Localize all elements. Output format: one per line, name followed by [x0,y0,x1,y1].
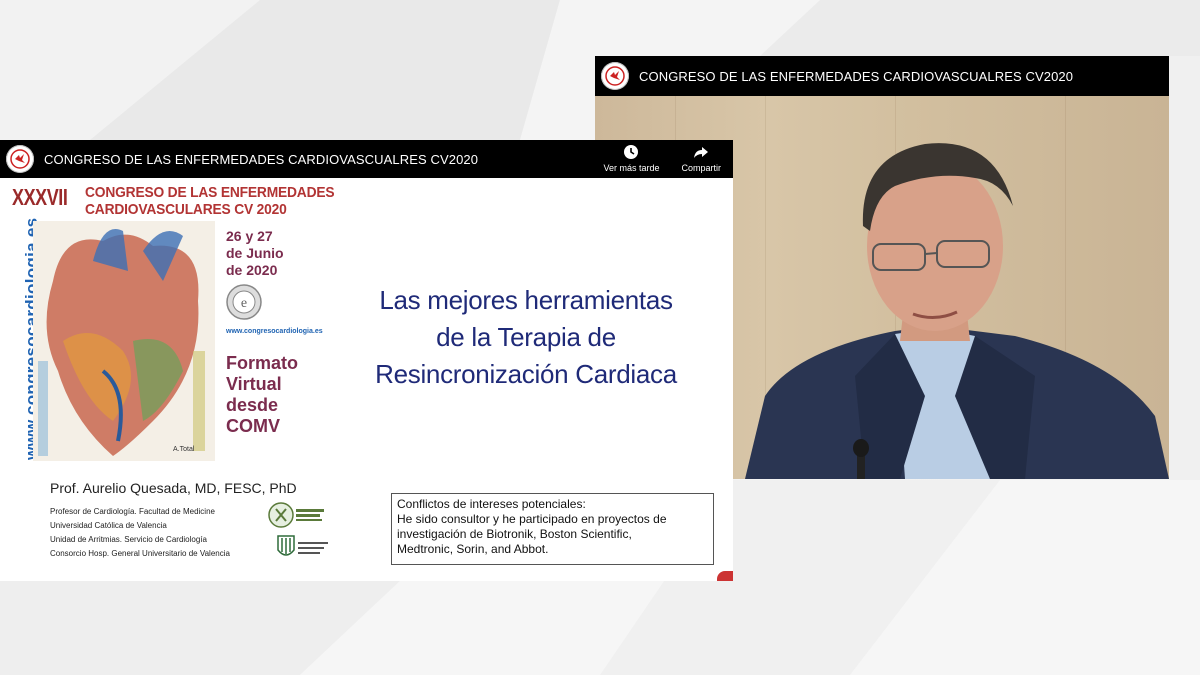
video-title[interactable]: CONGRESO DE LAS ENFERMEDADES CARDIOVASCU… [639,69,1073,84]
congress-number: XXXVII [12,184,68,210]
university-logo-icon [268,502,324,528]
format-line: COMV [226,416,280,436]
talk-title-line: Las mejores herramientas [379,285,673,315]
format-line: Virtual [226,374,282,394]
date-line: 26 y 27 [226,228,273,244]
date-line: de Junio [226,245,284,261]
website-small: www.congresocardiologia.es [226,328,323,335]
speaker-name: Prof. Aurelio Quesada, MD, FESC, PhD [50,480,297,496]
svg-text:A.Total: A.Total [173,446,195,453]
talk-title: Las mejores herramientas de la Terapia d… [336,282,716,393]
share-button[interactable]: Compartir [681,144,721,173]
accreditation-seal-icon: e [226,284,262,320]
congress-name-line: CONGRESO DE LAS ENFERMEDADES [85,184,335,201]
clock-icon [624,145,639,159]
share-label: Compartir [681,163,721,173]
congress-name: CONGRESO DE LAS ENFERMEDADES CARDIOVASCU… [85,184,335,218]
conflict-line: He sido consultor y he participado en pr… [397,512,667,526]
date-line: de 2020 [226,262,278,278]
talk-title-line: de la Terapia de [436,322,616,352]
format-line: Formato [226,353,298,373]
talk-title-line: Resincronización Cardiaca [375,359,677,389]
congress-name-line: CARDIOVASCULARES CV 2020 [85,201,287,218]
congress-dates: 26 y 27 de Junio de 2020 [226,228,284,279]
channel-logo-icon[interactable] [601,62,629,90]
share-icon [694,147,709,158]
corner-brand-mark [717,571,733,581]
video-title[interactable]: CONGRESO DE LAS ENFERMEDADES CARDIOVASCU… [44,152,478,167]
slide-video-player[interactable]: CONGRESO DE LAS ENFERMEDADES CARDIOVASCU… [0,140,733,581]
heart-watercolor-image: A.Total [33,221,215,461]
channel-logo-icon[interactable] [6,145,34,173]
svg-text:e: e [241,296,247,311]
video-title-bar: CONGRESO DE LAS ENFERMEDADES CARDIOVASCU… [595,56,1169,96]
affiliation-line: Consorcio Hosp. General Universitario de… [50,549,230,558]
affiliation-line: Profesor de Cardiología. Facultad de Med… [50,507,215,516]
affiliation-line: Universidad Católica de Valencia [50,521,167,530]
watch-later-label: Ver más tarde [603,163,660,173]
conflict-line: Conflictos de intereses potenciales: [397,497,586,511]
conflict-line: Medtronic, Sorin, and Abbot. [397,542,549,556]
conflicts-of-interest-box: Conflictos de intereses potenciales: He … [391,493,714,565]
presentation-slide: XXXVII CONGRESO DE LAS ENFERMEDADES CARD… [0,178,733,581]
affiliation-line: Unidad de Arritmias. Servicio de Cardiol… [50,535,207,544]
format-text: Formato Virtual desde COMV [226,353,298,437]
watch-later-button[interactable]: Ver más tarde [603,144,659,173]
video-title-bar: CONGRESO DE LAS ENFERMEDADES CARDIOVASCU… [0,140,733,178]
format-line: desde [226,395,279,415]
speaker-affiliations: Profesor de Cardiología. Facultad de Med… [50,505,230,561]
conflict-line: investigación de Biotronik, Boston Scien… [397,527,632,541]
hospital-logo-icon [277,535,328,556]
